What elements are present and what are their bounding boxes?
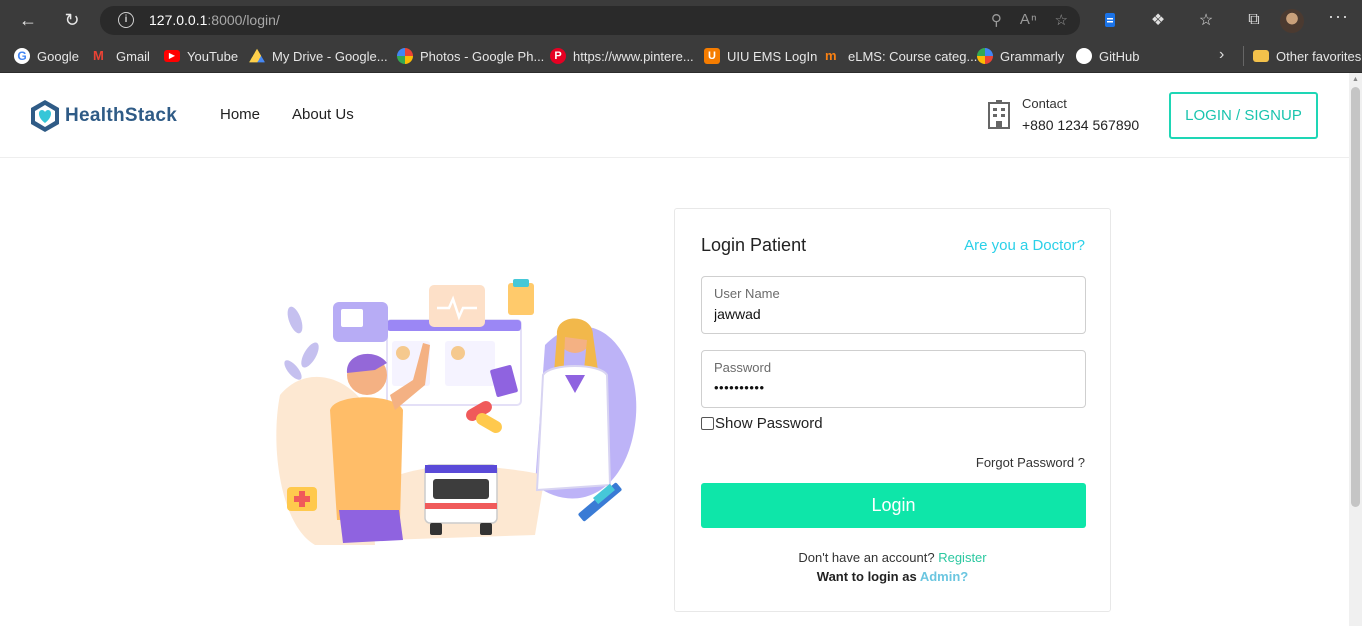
bookmarks-bar: G Google M Gmail ▶ YouTube My Drive - Go… xyxy=(0,40,1362,73)
patient-shirt xyxy=(330,397,403,520)
brand-logo[interactable]: HealthStack xyxy=(29,99,177,133)
github-icon xyxy=(1076,48,1092,64)
pill-capsule xyxy=(476,413,502,433)
show-password-checkbox[interactable] xyxy=(701,417,714,430)
bookmarks-overflow-chevron-icon[interactable]: › xyxy=(1219,46,1224,64)
ambulance-stripe xyxy=(425,503,497,509)
register-prompt: Don't have an account? Register xyxy=(675,550,1110,565)
hospital-building-icon xyxy=(988,100,1010,129)
password-label: Password xyxy=(714,360,772,375)
other-favorites[interactable]: Other favorites xyxy=(1253,47,1361,65)
uiu-icon: U xyxy=(704,48,720,64)
folder-icon xyxy=(1253,50,1269,62)
moodle-icon: m xyxy=(825,48,837,63)
nav-about-us[interactable]: About Us xyxy=(292,106,354,123)
ambulance-windshield xyxy=(433,479,489,499)
document-extension-icon[interactable] xyxy=(1098,8,1122,32)
doctor-patient-illustration xyxy=(276,279,637,545)
grammarly-icon xyxy=(977,48,993,64)
clipboard-clip xyxy=(513,279,529,287)
username-label: User Name xyxy=(714,286,780,301)
url-text[interactable]: 127.0.0.1:8000/login/ xyxy=(149,12,280,28)
brand-name: HealthStack xyxy=(65,105,178,126)
profile-avatar[interactable] xyxy=(1280,9,1304,33)
bookmark-my-drive[interactable]: My Drive - Google... xyxy=(249,47,388,65)
contact-phone: +880 1234 567890 xyxy=(1022,117,1140,133)
google-photos-icon xyxy=(397,48,413,64)
bookmark-elms[interactable]: m eLMS: Course categ... xyxy=(825,47,977,65)
login-button[interactable]: Login xyxy=(701,483,1086,528)
leaf-shape xyxy=(287,306,303,334)
address-bar[interactable]: i 127.0.0.1:8000/login/ ⚲ A ⁿ ☆ xyxy=(100,6,1080,35)
profile-card xyxy=(445,341,495,386)
scroll-up-arrow-icon[interactable]: ▲ xyxy=(1351,76,1360,84)
gmail-icon: M xyxy=(93,48,104,63)
doctor-login-link[interactable]: Are you a Doctor? xyxy=(964,237,1085,254)
heart-hexagon-icon xyxy=(31,100,59,132)
browser-toolbar: ← ↻ i 127.0.0.1:8000/login/ ⚲ A ⁿ ☆ ❖ ☆ … xyxy=(0,0,1362,40)
ambulance-roof xyxy=(425,465,497,473)
admin-login-link[interactable]: Admin? xyxy=(920,569,968,584)
refresh-icon[interactable]: ↻ xyxy=(60,8,84,32)
leaf-shape xyxy=(284,360,302,380)
login-signup-button[interactable]: LOGIN / SIGNUP xyxy=(1169,92,1318,139)
bookmark-gmail[interactable]: M Gmail xyxy=(93,47,150,65)
heart-monitor xyxy=(429,285,485,327)
username-field[interactable]: User Name xyxy=(701,276,1086,334)
bookmark-github[interactable]: GitHub xyxy=(1076,47,1139,65)
clipboard xyxy=(508,283,534,315)
scrollbar-thumb[interactable] xyxy=(1351,87,1360,507)
show-password-label: Show Password xyxy=(715,415,823,432)
bookmark-google[interactable]: G Google xyxy=(14,47,79,65)
patient-shorts xyxy=(339,510,403,543)
bookmark-grammarly[interactable]: Grammarly xyxy=(977,47,1064,65)
contact-label: Contact xyxy=(1022,96,1067,111)
login-title: Login Patient xyxy=(701,235,807,255)
read-aloud-icon[interactable]: A ⁿ xyxy=(1020,11,1037,29)
password-input[interactable]: •••••••••• xyxy=(714,380,1064,395)
google-drive-icon xyxy=(249,48,265,63)
pinterest-icon: P xyxy=(550,48,566,64)
bookmark-youtube[interactable]: ▶ YouTube xyxy=(164,47,238,65)
collections-icon[interactable]: ⧉ xyxy=(1242,8,1266,32)
browser-chrome: ← ↻ i 127.0.0.1:8000/login/ ⚲ A ⁿ ☆ ❖ ☆ … xyxy=(0,0,1362,73)
first-aid-cross xyxy=(294,496,310,502)
key-icon[interactable]: ⚲ xyxy=(991,11,1002,29)
chat-bubble-inner xyxy=(341,309,363,327)
register-link[interactable]: Register xyxy=(938,550,986,565)
extensions-puzzle-icon[interactable]: ❖ xyxy=(1146,8,1170,32)
youtube-icon: ▶ xyxy=(164,50,180,62)
site-info-icon[interactable]: i xyxy=(118,12,134,28)
bookmark-google-photos[interactable]: Photos - Google Ph... xyxy=(397,47,544,65)
ambulance-wheel xyxy=(430,523,442,535)
bookmark-uiu-ems[interactable]: U UIU EMS LogIn xyxy=(704,47,817,65)
favorites-icon[interactable]: ☆ xyxy=(1194,8,1218,32)
bookmarks-divider xyxy=(1243,46,1244,66)
no-account-text: Don't have an account? xyxy=(798,550,935,565)
leaf-shape xyxy=(301,342,319,368)
more-menu-icon[interactable]: ··· xyxy=(1328,6,1349,27)
add-favorite-star-icon[interactable]: ☆ xyxy=(1055,11,1068,29)
google-icon: G xyxy=(14,48,30,64)
ambulance-wheel xyxy=(480,523,492,535)
nav-home[interactable]: Home xyxy=(220,106,260,123)
profile-avatar-shape xyxy=(396,346,410,360)
back-arrow-icon[interactable]: ← xyxy=(16,8,40,32)
username-input[interactable] xyxy=(714,306,1064,322)
profile-avatar-shape xyxy=(451,346,465,360)
forgot-password-link[interactable]: Forgot Password ? xyxy=(976,455,1085,470)
login-card: Login Patient Are you a Doctor? User Nam… xyxy=(674,208,1111,612)
admin-prompt: Want to login as Admin? xyxy=(675,569,1110,584)
password-field[interactable]: Password •••••••••• xyxy=(701,350,1086,408)
bookmark-pinterest[interactable]: P https://www.pintere... xyxy=(550,47,694,65)
show-password-toggle[interactable]: Show Password xyxy=(701,415,823,432)
admin-prefix-text: Want to login as xyxy=(816,569,917,584)
site-header: HealthStack Home About Us Contact +880 1… xyxy=(0,73,1349,158)
